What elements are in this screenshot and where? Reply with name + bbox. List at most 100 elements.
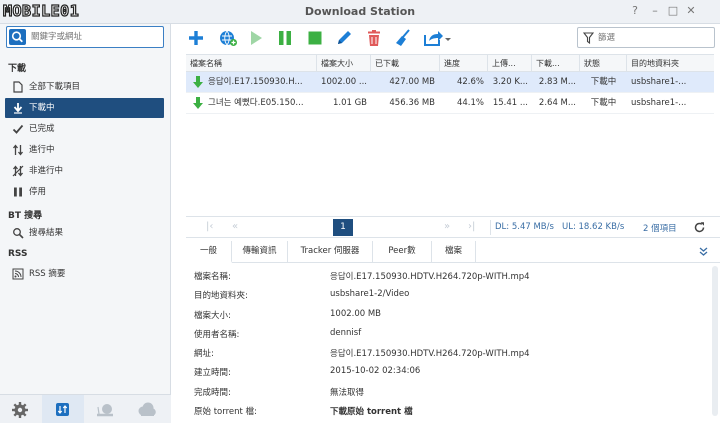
detail-value-url: 응답이.E17.150930.HDTV.H264.720p-WITH.mp4: [330, 349, 530, 360]
column-header-size[interactable]: 檔案大小: [317, 55, 371, 72]
detail-label: 網址:: [194, 349, 214, 360]
checkmark-icon: [12, 124, 24, 134]
download-arrow-icon: [13, 103, 23, 114]
cell-status: 下載中: [590, 98, 617, 108]
maximize-button[interactable]: □: [666, 4, 680, 18]
cell-status: 下載中: [590, 77, 617, 87]
detail-label: 建立時間:: [194, 368, 231, 379]
filter-box[interactable]: [577, 27, 715, 48]
sidebar-item-label: 停用: [29, 187, 47, 197]
search-box[interactable]: [6, 26, 164, 48]
tab-peers[interactable]: Peer數: [373, 241, 432, 263]
column-header-downloaded[interactable]: 已下載: [371, 55, 440, 72]
tab-tracker-servers[interactable]: Tracker 伺服器: [288, 241, 373, 263]
collapse-chevron-icon[interactable]: [698, 246, 709, 257]
column-header-upload[interactable]: 上傳...: [488, 55, 532, 72]
share-menu-icon[interactable]: [423, 28, 451, 48]
detail-label: 原始 torrent 檔:: [194, 407, 257, 418]
minimize-button[interactable]: –: [648, 4, 662, 18]
detail-value-created: 2015-10-02 02:34:06: [330, 366, 421, 377]
table-row[interactable]: 그녀는 예뻤다.E05.150... 1.01 GB 456.36 MB 44.…: [186, 93, 714, 114]
search-icon[interactable]: [9, 29, 26, 45]
sidebar-item-rss-feeds[interactable]: RSS 摘要: [5, 264, 164, 284]
window-title: Download Station: [304, 5, 416, 18]
filter-input[interactable]: [598, 31, 708, 44]
cloud-icon[interactable]: [126, 395, 168, 423]
downloading-arrow-icon: [193, 97, 203, 109]
pager-bar: |‹ « 1 » ›| DL: 5.47 MB/s UL: 18.62 KB/s…: [186, 216, 720, 238]
last-page-icon[interactable]: ›|: [468, 221, 475, 232]
detail-label: 目的地資料夾:: [194, 291, 248, 302]
magnifier-icon: [13, 228, 24, 239]
settings-gear-icon[interactable]: [0, 395, 42, 423]
add-url-globe-icon[interactable]: [218, 28, 238, 48]
sidebar-item-label: RSS 摘要: [29, 269, 66, 279]
table-row[interactable]: 응답이.E17.150930.H... 1002.00 ... 427.00 M…: [186, 72, 714, 93]
sidebar-item-search-results[interactable]: 搜尋結果: [5, 223, 164, 243]
detail-panel: 檔案名稱: 응답이.E17.150930.HDTV.H264.720p-WITH.…: [186, 265, 714, 419]
resume-play-icon[interactable]: [246, 28, 266, 48]
cell-upload: 3.20 K...: [492, 77, 528, 87]
current-page[interactable]: 1: [333, 219, 353, 236]
edit-pencil-icon[interactable]: [334, 28, 354, 48]
stop-icon[interactable]: [305, 28, 325, 48]
detail-value-filename: 응답이.E17.150930.HDTV.H264.720p-WITH.mp4: [330, 272, 530, 282]
delete-trash-icon[interactable]: [364, 28, 384, 48]
upload-speed: UL: 18.62 KB/s: [562, 222, 625, 232]
column-header-status[interactable]: 狀態: [580, 55, 627, 72]
clean-up-broom-icon[interactable]: [393, 28, 413, 48]
section-rss: RSS: [8, 249, 28, 259]
column-header-name[interactable]: 檔案名稱: [186, 55, 317, 72]
first-page-icon[interactable]: |‹: [206, 221, 213, 232]
sidebar-item-label: 非進行中: [29, 166, 64, 176]
column-header-download[interactable]: 下載...: [532, 55, 580, 72]
column-header-destination[interactable]: 目的地資料夾: [627, 55, 714, 72]
previous-page-icon[interactable]: «: [232, 221, 238, 232]
detail-value-size: 1002.00 MB: [330, 308, 382, 319]
sidebar-item-inactive[interactable]: 非進行中: [5, 161, 164, 181]
detail-label: 檔案大小:: [194, 310, 231, 321]
table-header: 檔案名稱 檔案大小 已下載 進度 上傳... 下載... 狀態 目的地資料夾: [186, 54, 714, 72]
detail-value-destination: usbshare1-2/Video: [330, 289, 410, 300]
cell-downloaded: 456.36 MB: [389, 98, 435, 108]
sidebar-item-active[interactable]: 進行中: [5, 140, 164, 160]
cell-destination: usbshare1-...: [631, 98, 687, 108]
close-button[interactable]: ✕: [684, 4, 698, 18]
search-input[interactable]: [31, 30, 159, 44]
help-icon[interactable]: ?: [628, 4, 642, 18]
snail-icon[interactable]: [84, 395, 126, 423]
section-download: 下載: [8, 64, 27, 74]
sidebar-bottom-bar: [0, 394, 171, 423]
transfer-icon[interactable]: [42, 395, 84, 423]
cell-download: 2.83 M...: [538, 77, 576, 87]
document-icon: [13, 81, 23, 93]
sidebar-item-completed[interactable]: 已完成: [5, 119, 164, 139]
pause-toolbar-icon[interactable]: [275, 28, 295, 48]
column-header-progress[interactable]: 進度: [440, 55, 488, 72]
tab-transfer-info[interactable]: 傳輸資訊: [232, 241, 288, 263]
sidebar-item-paused[interactable]: 停用: [5, 182, 164, 202]
funnel-icon: [583, 32, 594, 44]
download-torrent-link[interactable]: 下載原始 torrent 檔: [330, 405, 413, 417]
add-icon[interactable]: [186, 28, 206, 48]
sidebar-item-label: 下載中: [29, 103, 55, 113]
cell-progress: 42.6%: [456, 77, 484, 87]
tab-general[interactable]: 一般: [186, 241, 232, 263]
sidebar-item-downloading[interactable]: 下載中: [5, 98, 164, 118]
toolbar: [172, 24, 720, 52]
refresh-icon[interactable]: [693, 221, 706, 234]
next-page-icon[interactable]: »: [444, 221, 450, 232]
sidebar-item-label: 已完成: [29, 124, 55, 134]
cell-size: 1.01 GB: [332, 98, 367, 108]
cell-size: 1002.00 ...: [321, 77, 367, 87]
section-bt-search: BT 搜尋: [8, 211, 43, 221]
cell-download: 2.64 M...: [538, 98, 576, 108]
sidebar-item-all[interactable]: 全部下載項目: [5, 77, 164, 97]
rss-icon: [12, 268, 24, 280]
detail-label: 完成時間:: [194, 387, 231, 398]
cell-name: 그녀는 예뻤다.E05.150...: [208, 98, 304, 108]
tab-files[interactable]: 檔案: [432, 241, 476, 263]
detail-scrollbar[interactable]: [712, 266, 718, 416]
detail-value-username: dennisf: [330, 327, 362, 338]
sidebar-item-label: 進行中: [29, 145, 55, 155]
